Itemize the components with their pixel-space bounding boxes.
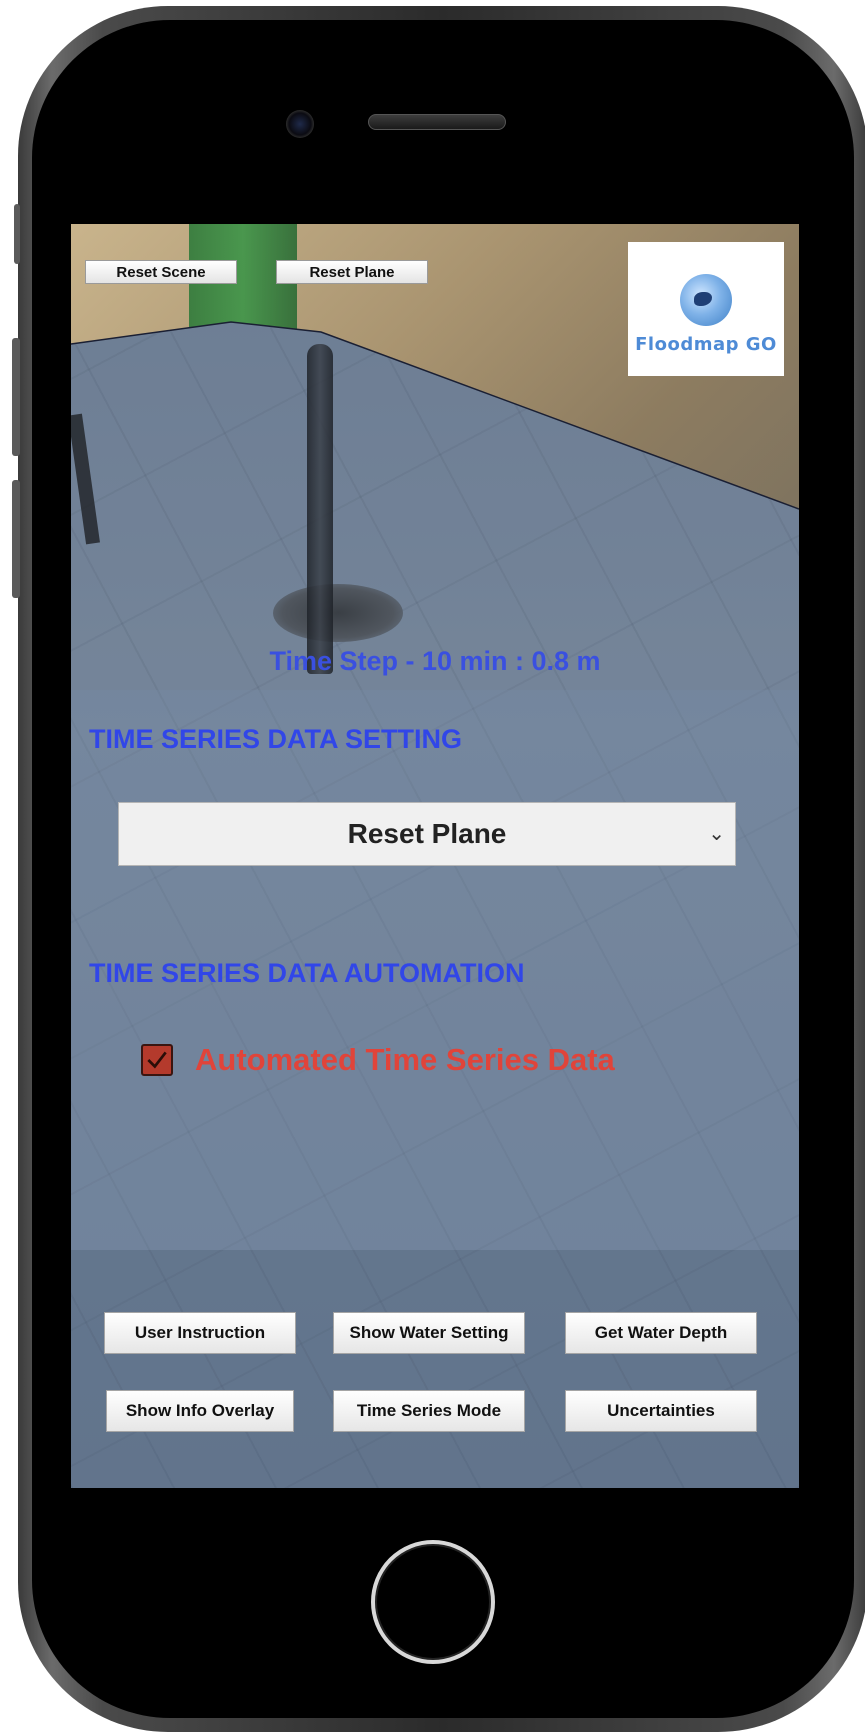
automation-checkbox-label[interactable]: Automated Time Series Data (195, 1042, 615, 1078)
user-instruction-button[interactable]: User Instruction (104, 1312, 296, 1354)
silent-switch (14, 204, 20, 264)
show-info-overlay-button[interactable]: Show Info Overlay (106, 1390, 294, 1432)
camera-background-bollard (307, 344, 333, 674)
logo-text: Floodmap GO (635, 333, 777, 355)
volume-up-button (12, 338, 20, 456)
globe-icon (680, 273, 732, 326)
home-button[interactable] (371, 1540, 495, 1664)
ar-screen[interactable]: Reset Scene Reset Plane Floodmap GO Time… (71, 224, 799, 1488)
time-step-readout: Time Step - 10 min : 0.8 m (269, 646, 601, 676)
uncertainties-button[interactable]: Uncertainties (565, 1390, 757, 1432)
chevron-down-icon: ⌄ (708, 823, 725, 845)
front-camera (286, 110, 314, 138)
reset-scene-button[interactable]: Reset Scene (85, 260, 237, 284)
time-series-mode-button[interactable]: Time Series Mode (333, 1390, 525, 1432)
time-series-dropdown[interactable]: Reset Plane ⌄ (118, 802, 736, 866)
checkmark-icon (147, 1051, 167, 1069)
camera-background-bollard-base (273, 584, 403, 642)
reset-plane-button[interactable]: Reset Plane (276, 260, 428, 284)
time-series-automation-title: TIME SERIES DATA AUTOMATION (89, 958, 525, 988)
action-bar (71, 1250, 799, 1488)
dropdown-selected-value: Reset Plane (347, 818, 507, 849)
time-series-setting-title: TIME SERIES DATA SETTING (89, 724, 463, 754)
volume-down-button (12, 480, 20, 598)
get-water-depth-button[interactable]: Get Water Depth (565, 1312, 757, 1354)
show-water-setting-button[interactable]: Show Water Setting (333, 1312, 525, 1354)
earpiece-speaker (368, 114, 506, 130)
automation-checkbox[interactable] (141, 1044, 173, 1076)
app-logo: Floodmap GO (628, 242, 784, 376)
